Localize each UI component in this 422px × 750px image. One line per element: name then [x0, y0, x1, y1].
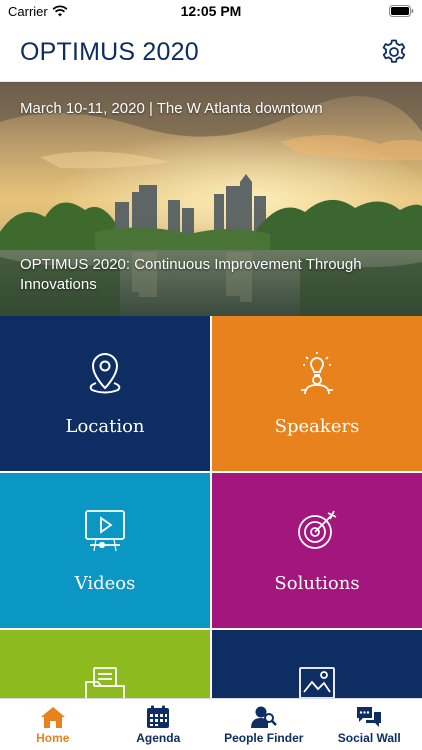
tile-location[interactable]: Location — [0, 316, 210, 471]
tile-solutions[interactable]: Solutions — [212, 473, 422, 628]
tab-social-wall[interactable]: Social Wall — [317, 699, 422, 750]
battery-icon — [389, 5, 414, 17]
app-header: OPTIMUS 2020 — [0, 24, 422, 82]
tile-gallery[interactable] — [212, 630, 422, 698]
map-pin-icon — [89, 352, 121, 394]
tile-label: Solutions — [274, 573, 360, 594]
tab-label: Social Wall — [337, 731, 401, 745]
tab-label: Home — [36, 731, 70, 745]
tab-people-finder[interactable]: People Finder — [211, 699, 317, 750]
video-play-icon — [85, 510, 125, 552]
home-icon — [40, 707, 65, 728]
chat-bubbles-icon — [357, 707, 382, 727]
page-title: OPTIMUS 2020 — [20, 38, 199, 66]
tile-speakers[interactable]: Speakers — [212, 316, 422, 471]
speaker-idea-icon — [301, 352, 333, 395]
gallery-icon — [299, 667, 335, 698]
tile-videos[interactable]: Videos — [0, 473, 210, 628]
status-time: 12:05 PM — [180, 3, 242, 19]
feature-tiles: Location Speakers Videos Solutions — [0, 316, 422, 698]
tile-label: Videos — [74, 573, 136, 594]
tile-documents[interactable] — [0, 630, 210, 698]
tab-label: People Finder — [224, 731, 304, 745]
event-headline: OPTIMUS 2020: Continuous Improvement Thr… — [20, 256, 362, 293]
tab-home[interactable]: Home — [0, 699, 106, 750]
tab-label: Agenda — [136, 731, 181, 745]
people-search-icon — [250, 706, 277, 728]
tile-label: Location — [65, 416, 145, 437]
hero-banner: March 10-11, 2020 | The W Atlanta downto… — [0, 82, 422, 316]
folder-icon — [85, 667, 125, 698]
event-date-location: March 10-11, 2020 | The W Atlanta downto… — [20, 100, 323, 117]
calendar-icon — [147, 705, 170, 728]
gear-icon[interactable] — [380, 38, 408, 66]
status-bar: Carrier 12:05 PM — [0, 0, 422, 24]
tab-agenda[interactable]: Agenda — [106, 699, 212, 750]
tile-label: Speakers — [274, 416, 360, 437]
target-icon — [298, 510, 337, 549]
bottom-tab-bar: Home Agenda People Finder Social Wall — [0, 698, 422, 750]
